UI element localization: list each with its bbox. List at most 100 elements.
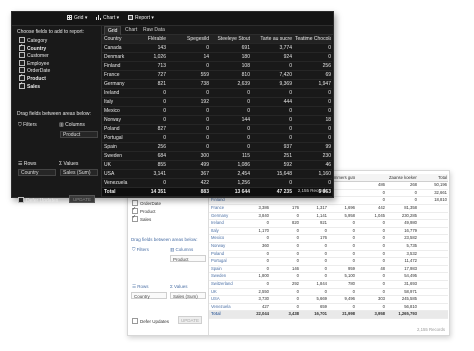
value-cell: 69 xyxy=(325,72,331,78)
value-cell: 780 xyxy=(348,280,355,286)
value-cell: 0 xyxy=(296,273,299,279)
field-list-title: Choose fields to add to report: xyxy=(17,29,84,35)
checkbox[interactable] xyxy=(132,318,138,324)
value-cell: 0 xyxy=(328,45,331,51)
field-employee[interactable]: Employee xyxy=(19,59,49,67)
rows-field-chip[interactable]: Country xyxy=(131,292,167,299)
field-label: OrderDate xyxy=(27,68,51,75)
value-cell: 16,779 xyxy=(404,227,417,233)
value-cell: 0 xyxy=(414,189,417,195)
tab-raw-data[interactable]: Raw Data xyxy=(140,26,168,34)
field-label: Product xyxy=(27,76,46,82)
value-cell: 230,285 xyxy=(401,212,417,218)
field-orderdate[interactable]: OrderDate xyxy=(19,67,50,74)
field-country[interactable]: Country xyxy=(19,43,46,52)
value-cell: 820 xyxy=(292,220,299,226)
table-row: Mexico 0 0 0 0 0 xyxy=(102,107,332,116)
table-row: Portugal 0 0 0 0 0 xyxy=(102,134,332,143)
checkbox[interactable] xyxy=(19,81,25,89)
grid-menu[interactable]: Grid ▾ xyxy=(67,15,87,21)
checkbox[interactable] xyxy=(19,43,25,51)
field-sales[interactable]: Sales xyxy=(132,214,151,222)
value-cell: 0 xyxy=(382,189,385,195)
tab-grid[interactable]: Grid xyxy=(104,26,122,35)
value-cell: 176 xyxy=(320,235,327,241)
value-cell: 1,141 xyxy=(316,212,327,218)
value-cell: 7,420 xyxy=(279,72,292,78)
checkbox[interactable] xyxy=(132,214,138,222)
field-label: Customer xyxy=(27,53,49,60)
value-cell: 0 xyxy=(352,303,355,309)
value-cell: 81,358 xyxy=(404,204,417,210)
field-customer[interactable]: Customer xyxy=(19,52,49,59)
field-category[interactable]: Category xyxy=(19,37,47,44)
checkbox[interactable] xyxy=(18,197,24,203)
rows-field-chip[interactable]: Country xyxy=(18,169,56,176)
checkbox[interactable] xyxy=(19,59,25,66)
chart-menu[interactable]: Chart ▾ xyxy=(96,15,119,21)
row-label-cell: Germany xyxy=(211,212,229,218)
defer-updates-checkbox[interactable]: Defer Updates xyxy=(132,318,169,324)
update-button[interactable]: UPDATE xyxy=(178,316,202,324)
columns-field-chip[interactable]: Product xyxy=(170,255,206,262)
checkbox[interactable] xyxy=(19,52,25,59)
grid-icon xyxy=(67,15,72,20)
defer-updates-checkbox[interactable]: Defer Updates xyxy=(18,197,58,204)
row-label-cell: Total xyxy=(211,311,221,317)
value-cell: 0 xyxy=(206,63,209,69)
value-cell: 0 xyxy=(247,135,250,141)
value-cell: 0 xyxy=(382,273,385,279)
report-menu-label: Report xyxy=(135,15,151,21)
value-cell: 0 xyxy=(266,280,269,286)
value-cell: 1,026 xyxy=(153,54,166,60)
field-orderdate[interactable]: OrderDate xyxy=(132,200,161,206)
value-cell: 0 xyxy=(163,135,166,141)
value-cell: 303 xyxy=(378,296,385,302)
filters-area-label: ⛉ Filters xyxy=(132,247,149,252)
table-row: Denmark 1,026 14 180 924 0 xyxy=(102,53,332,62)
tab-chart[interactable]: Chart xyxy=(122,26,140,34)
view-tabs: Grid Chart Raw Data xyxy=(102,25,333,35)
columns-field-chip[interactable]: Product xyxy=(60,131,98,138)
value-cell: 108 xyxy=(241,63,250,69)
row-label-cell: Poland xyxy=(211,250,225,256)
value-cell: 0 xyxy=(382,258,385,264)
table-row: Venezuela 0 422 1,256 0 0 xyxy=(102,179,332,188)
value-cell: 0 xyxy=(247,90,250,96)
value-cell: 251 xyxy=(283,153,292,159)
value-cell: 0 xyxy=(289,108,292,114)
value-cell: 1,800 xyxy=(258,273,269,279)
table-row: UK 855 499 1,086 592 46 xyxy=(102,161,332,170)
field-sales[interactable]: Sales xyxy=(19,81,40,90)
values-field-chip[interactable]: Sales (Sum) xyxy=(60,169,98,176)
row-label-cell: Portugal xyxy=(211,258,227,264)
value-cell: 9,369 xyxy=(279,81,292,87)
table-row: Canada 143 0 691 3,774 0 xyxy=(102,44,332,53)
value-cell: 1,256 xyxy=(237,180,250,186)
value-cell: 0 xyxy=(324,265,327,271)
value-cell: 22,044 xyxy=(256,311,269,317)
value-cell: 0 xyxy=(289,117,292,123)
value-cell: 245,585 xyxy=(401,296,417,302)
value-cell: 0 xyxy=(163,99,166,105)
value-cell: 1,317 xyxy=(316,204,327,210)
value-cell: 442 xyxy=(378,204,385,210)
value-cell: 0 xyxy=(328,90,331,96)
defer-label: Defer Updates xyxy=(140,319,170,324)
value-cell: 0 xyxy=(324,258,327,264)
report-menu[interactable]: Report ▾ xyxy=(128,15,154,21)
value-cell: 0 xyxy=(352,227,355,233)
value-cell: 256 xyxy=(322,63,331,69)
value-cell: 444 xyxy=(283,99,292,105)
value-cell: 5,669 xyxy=(316,296,327,302)
value-cell: 230 xyxy=(322,153,331,159)
update-button[interactable]: UPDATE xyxy=(69,195,95,203)
value-cell: 16,701 xyxy=(314,311,327,317)
value-cell: 144 xyxy=(241,117,250,123)
value-cell: Steeleye Stout xyxy=(217,36,250,42)
value-cell: 0 xyxy=(382,242,385,248)
value-cell: 11,472 xyxy=(404,258,418,264)
value-cell: 0 xyxy=(296,227,299,233)
values-field-chip[interactable]: Sales (Sum) xyxy=(170,292,206,299)
row-label-cell: UK xyxy=(211,288,217,294)
